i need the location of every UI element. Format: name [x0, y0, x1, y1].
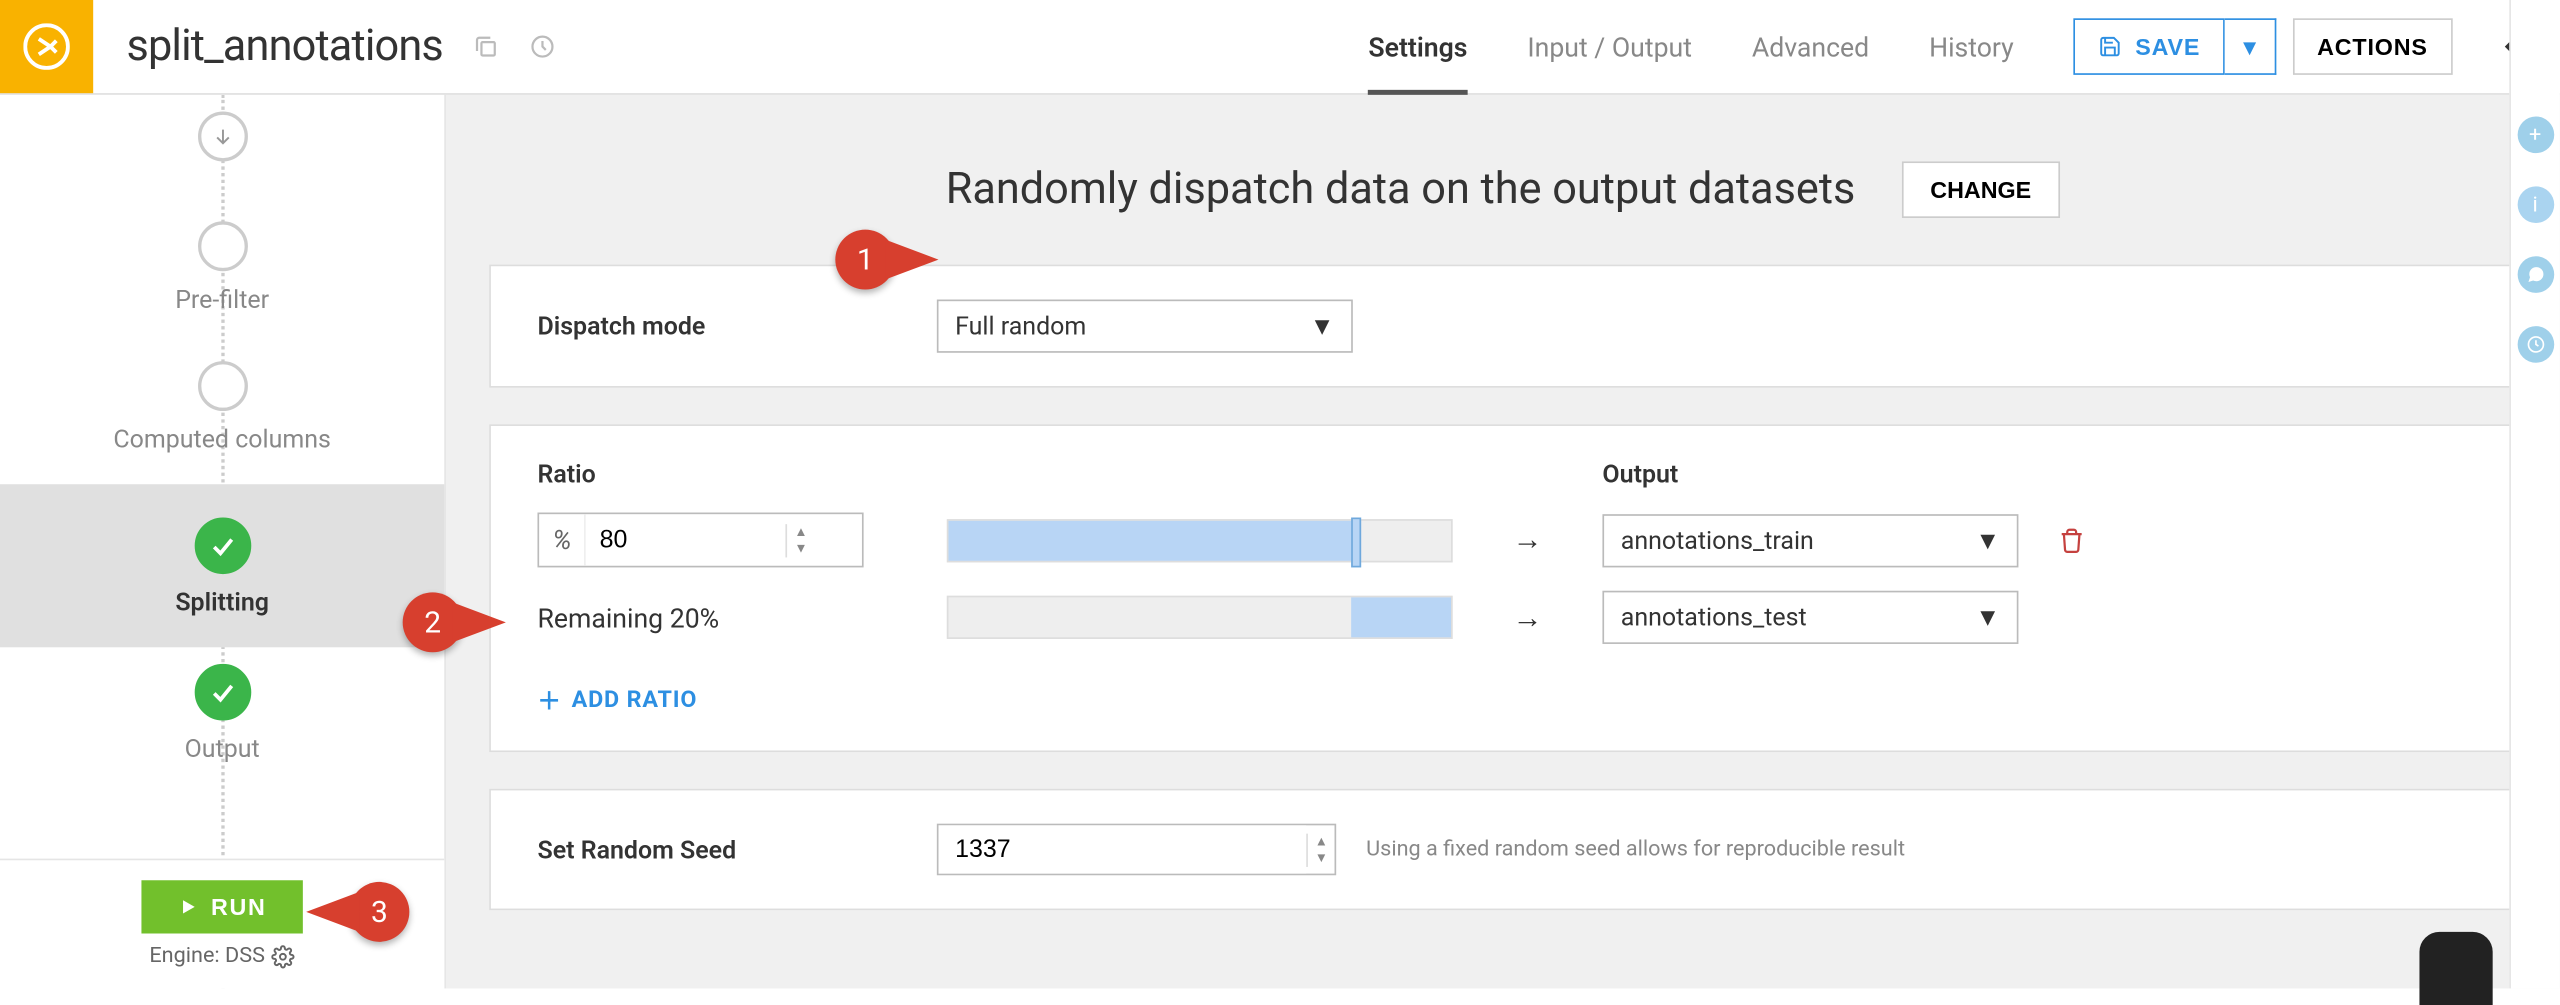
engine-label: Engine: DSS	[0, 943, 444, 968]
save-label: SAVE	[2135, 33, 2200, 60]
bar-fill	[948, 520, 1350, 560]
ratio-bar-1[interactable]	[947, 518, 1453, 561]
rail-info-icon[interactable]: i	[2517, 186, 2554, 223]
output-select-2[interactable]: annotations_test ▼	[1602, 591, 2018, 644]
callout-3: 3	[349, 882, 409, 942]
change-button[interactable]: CHANGE	[1902, 161, 2060, 218]
output-1-value: annotations_train	[1621, 525, 1814, 555]
gear-icon[interactable]	[272, 944, 295, 967]
tab-input-output[interactable]: Input / Output	[1527, 0, 1692, 93]
seed-input[interactable]	[938, 825, 1306, 873]
tab-advanced[interactable]: Advanced	[1752, 0, 1869, 93]
actions-button[interactable]: ACTIONS	[2292, 18, 2453, 75]
callout-1: 1	[835, 230, 895, 290]
arrow-right-icon: →	[1513, 600, 1543, 635]
dispatch-mode-label: Dispatch mode	[537, 311, 936, 341]
plus-icon: ＋	[537, 684, 561, 717]
output-select-1[interactable]: annotations_train ▼	[1602, 513, 2018, 566]
ratio-bar-2	[947, 596, 1453, 639]
arrow-right-icon: →	[1513, 522, 1543, 557]
trash-icon[interactable]	[2058, 527, 2085, 554]
check-icon	[194, 518, 251, 575]
output-header: Output	[1602, 459, 1678, 489]
tab-settings[interactable]: Settings	[1368, 0, 1467, 93]
ratio-input-group: % ▲▼	[537, 513, 863, 568]
bar-fill	[1351, 597, 1451, 637]
page-title: Randomly dispatch data on the output dat…	[946, 165, 1856, 215]
bar-handle[interactable]	[1350, 517, 1360, 567]
nav-label-computed: Computed columns	[0, 424, 444, 454]
seed-helper: Using a fixed random seed allows for rep…	[1366, 837, 1905, 862]
run-label: RUN	[211, 894, 266, 921]
rail-chat-icon[interactable]	[2517, 256, 2554, 293]
chevron-down-icon: ▼	[1975, 602, 2000, 632]
spinner[interactable]: ▲▼	[786, 523, 814, 556]
spinner[interactable]: ▲▼	[1306, 833, 1334, 866]
tab-history[interactable]: History	[1929, 0, 2014, 93]
rail-plus-icon[interactable]: +	[2517, 116, 2554, 153]
ratio-header: Ratio	[537, 459, 936, 489]
callout-2: 2	[403, 592, 463, 652]
run-button[interactable]: RUN	[141, 880, 303, 933]
remaining-label: Remaining 20%	[537, 592, 863, 644]
chat-widget[interactable]	[2419, 932, 2492, 1005]
rail-clock-icon[interactable]	[2517, 326, 2554, 363]
nav-step-top[interactable]	[0, 95, 444, 205]
recipe-title: split_annotations	[126, 22, 442, 72]
nav-step-prefilter[interactable]: Pre-filter	[0, 205, 444, 345]
add-ratio-label: ADD RATIO	[572, 687, 698, 714]
percent-prefix: %	[539, 514, 586, 566]
history-icon[interactable]	[529, 33, 556, 60]
seed-label: Set Random Seed	[537, 834, 936, 864]
nav-step-output[interactable]: Output	[0, 647, 444, 793]
circle-icon	[197, 221, 247, 271]
dispatch-mode-select[interactable]: Full random ▼	[937, 300, 1353, 353]
save-button[interactable]: SAVE	[2074, 18, 2226, 75]
save-dropdown-button[interactable]: ▼	[2225, 18, 2275, 75]
nav-label-prefilter: Pre-filter	[0, 285, 444, 315]
add-ratio-button[interactable]: ＋ ADD RATIO	[537, 684, 697, 717]
down-arrow-icon	[197, 111, 247, 161]
dispatch-mode-value: Full random	[955, 311, 1086, 341]
copy-icon[interactable]	[473, 33, 500, 60]
nav-step-splitting[interactable]: Splitting	[0, 484, 444, 647]
nav-label-output: Output	[0, 734, 444, 764]
chevron-down-icon: ▼	[1310, 311, 1335, 341]
chevron-down-icon: ▼	[1975, 525, 2000, 555]
nav-label-splitting: Splitting	[0, 587, 444, 617]
circle-icon	[197, 361, 247, 411]
check-icon	[194, 664, 251, 721]
output-2-value: annotations_test	[1621, 602, 1807, 632]
nav-step-computed[interactable]: Computed columns	[0, 344, 444, 484]
recipe-icon	[0, 0, 93, 93]
ratio-input[interactable]	[586, 516, 786, 564]
